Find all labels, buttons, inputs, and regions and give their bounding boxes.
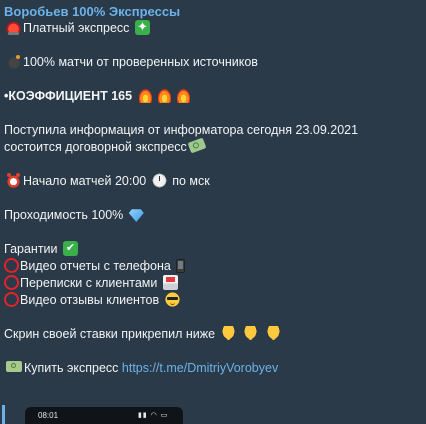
line-start: Начало матчей 20:00 по мск: [4, 173, 426, 190]
message-bubble: Воробьев 100% Экспрессы Платный экспресс…: [0, 0, 426, 424]
pass-rate-text: Проходимость 100%: [4, 208, 124, 222]
check-mark-button-icon: [63, 241, 78, 256]
buy-text: Купить экспресс: [24, 361, 119, 375]
line-pass-rate: Проходимость 100%: [4, 207, 426, 224]
guarantees-text: Гарантии: [4, 242, 58, 256]
police-car-light-icon: [6, 20, 21, 35]
gem-stone-icon: [128, 209, 144, 222]
line-buy: Купить экспресс https://t.me/DmitriyVoro…: [4, 360, 426, 377]
fire-icon: [175, 88, 191, 103]
chats-text: Переписки с клиентами: [20, 276, 158, 290]
reviews-text: Видео отзывы клиентов: [20, 293, 160, 307]
attached-screenshot[interactable]: 08:01 ▮▮ ◠ ▭: [0, 405, 426, 424]
status-bar-icons: ▮▮ ◠ ▭: [138, 412, 169, 419]
line-chats: Переписки с клиентами: [4, 275, 426, 292]
line-paid: Платный экспресс: [4, 18, 426, 37]
hollow-red-circle-icon: [4, 275, 19, 290]
fire-icon: [137, 88, 153, 103]
video-phone-text: Видео отчеты с телефона: [20, 259, 171, 273]
line-info-1: Поступила информация от информатора сего…: [4, 123, 359, 137]
status-bar-time: 08:01: [38, 411, 59, 420]
alarm-clock-icon: [6, 173, 21, 188]
hollow-red-circle-icon: [4, 292, 19, 307]
screenshot-text: Скрин своей ставки прикрепил ниже: [4, 327, 216, 341]
fire-icon: [156, 88, 172, 103]
mobile-phone-icon: [176, 259, 186, 273]
line-video-phone: Видео отчеты с телефона: [4, 258, 426, 275]
sparkle-icon: [134, 18, 150, 36]
backhand-index-pointing-down-icon: [243, 326, 259, 341]
line-screenshot: Скрин своей ставки прикрепил ниже: [4, 326, 426, 343]
line-reviews: Видео отзывы клиентов: [4, 292, 426, 309]
hollow-red-circle-icon: [4, 258, 19, 273]
clock-icon: [151, 173, 167, 188]
start-suffix: по мск: [172, 174, 210, 188]
info-2-text: состоится договорной экспресс: [4, 140, 187, 154]
line-coefficient: •КОЭФФИЦИЕНТ 165: [4, 88, 426, 105]
sender-name[interactable]: Воробьев 100% Экспрессы: [4, 4, 426, 20]
coefficient-text: •КОЭФФИЦИЕНТ 165: [4, 89, 133, 103]
start-text: Начало матчей 20:00: [23, 174, 147, 188]
buy-link[interactable]: https://t.me/DmitriyVorobyev: [122, 361, 278, 375]
paid-text: Платный экспресс: [23, 21, 130, 35]
line-guarantees: Гарантии: [4, 241, 426, 258]
backhand-index-pointing-down-icon: [220, 326, 236, 341]
matches-text: 100% матчи от проверенных источников: [23, 55, 258, 69]
money-with-wings-icon: [187, 137, 207, 154]
dollar-banknote-icon: [6, 361, 22, 372]
line-matches: 100% матчи от проверенных источников: [4, 54, 426, 71]
media-accent-bar: [2, 405, 5, 424]
backhand-index-pointing-down-icon: [265, 326, 281, 341]
smiling-face-with-sunglasses-icon: [164, 292, 180, 307]
inbox-tray-icon: [162, 275, 178, 290]
bomb-icon: [6, 54, 21, 69]
phone-screenshot-preview[interactable]: 08:01 ▮▮ ◠ ▭: [25, 407, 183, 424]
line-info-2: состоится договорной экспресс: [4, 137, 426, 156]
